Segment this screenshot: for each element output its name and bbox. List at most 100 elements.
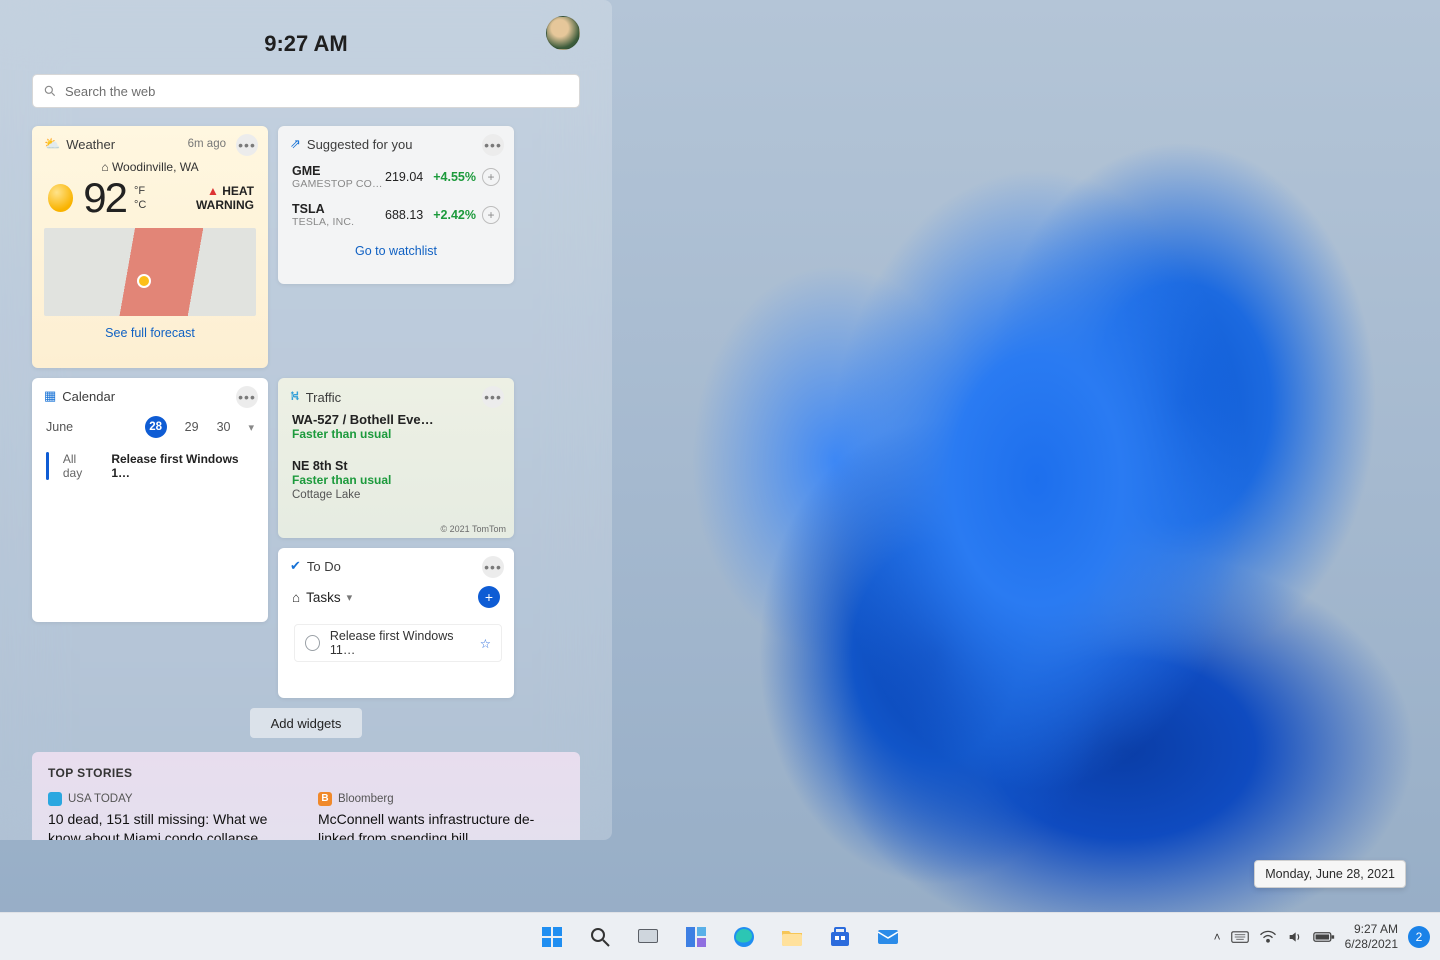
keyboard-icon[interactable] bbox=[1231, 930, 1249, 944]
home-icon: ⌂ bbox=[292, 590, 300, 605]
todo-widget[interactable]: ✔ To Do ••• ⌂ Tasks ▾ + Release first Win… bbox=[278, 548, 514, 698]
traffic-map-label: Cottage Lake bbox=[292, 489, 500, 501]
battery-icon[interactable] bbox=[1313, 930, 1335, 944]
source-icon bbox=[48, 792, 62, 806]
stock-price: 688.13 bbox=[385, 208, 423, 222]
traffic-route: WA-527 / Bothell Eve… bbox=[292, 412, 500, 427]
event-allday: All day bbox=[63, 452, 97, 480]
stocks-icon: ⇗ bbox=[290, 136, 301, 152]
card-menu-button[interactable]: ••• bbox=[236, 386, 258, 408]
store-icon bbox=[828, 925, 852, 949]
weather-title: Weather bbox=[66, 137, 115, 152]
stock-add-button[interactable]: + bbox=[482, 206, 500, 224]
add-widgets-button[interactable]: Add widgets bbox=[250, 708, 362, 738]
stock-change: +2.42% bbox=[433, 208, 476, 222]
desktop-wallpaper: 9:27 AM Search the web ⛅ Weather 6m ago •… bbox=[0, 0, 1440, 960]
file-explorer-button[interactable] bbox=[772, 917, 812, 957]
date-tooltip: Monday, June 28, 2021 bbox=[1254, 860, 1406, 888]
search-button[interactable] bbox=[580, 917, 620, 957]
search-input[interactable]: Search the web bbox=[32, 74, 580, 108]
search-placeholder: Search the web bbox=[65, 84, 155, 99]
story-item[interactable]: USA TODAY 10 dead, 151 still missing: Wh… bbox=[48, 792, 294, 840]
wifi-icon[interactable] bbox=[1259, 930, 1277, 944]
edge-button[interactable] bbox=[724, 917, 764, 957]
weather-warning: ▲ HEAT WARNING bbox=[156, 184, 254, 212]
taskbar-clock[interactable]: 9:27 AM 6/28/2021 bbox=[1345, 922, 1398, 951]
map-copyright: © 2021 TomTom bbox=[441, 524, 507, 534]
stock-name: GAMESTOP CO… bbox=[292, 178, 383, 190]
traffic-widget[interactable]: ⛕Traffic ••• WA-527 / Bothell Eve… Faste… bbox=[278, 378, 514, 538]
calendar-title: Calendar bbox=[62, 389, 115, 404]
story-headline: McConnell wants infrastructure de-linked… bbox=[318, 810, 564, 840]
tray-expand-button[interactable]: ˄ bbox=[1214, 930, 1221, 944]
sun-icon bbox=[48, 184, 73, 212]
user-avatar[interactable] bbox=[546, 16, 580, 50]
star-icon[interactable]: ☆ bbox=[480, 636, 491, 651]
chevron-down-icon[interactable]: ▾ bbox=[347, 591, 353, 604]
stock-price: 219.04 bbox=[385, 170, 423, 184]
weather-units[interactable]: °F°C bbox=[134, 184, 146, 213]
taskbar-date: 6/28/2021 bbox=[1345, 937, 1398, 951]
chevron-down-icon[interactable]: ▾ bbox=[248, 421, 254, 434]
story-item[interactable]: B Bloomberg McConnell wants infrastructur… bbox=[318, 792, 564, 840]
stock-symbol: GME bbox=[292, 164, 383, 178]
widgets-button[interactable] bbox=[676, 917, 716, 957]
widgets-clock: 9:27 AM bbox=[264, 31, 348, 57]
story-source: Bloomberg bbox=[338, 793, 394, 805]
todo-checkbox[interactable] bbox=[305, 635, 320, 651]
todo-title: To Do bbox=[307, 559, 341, 574]
calendar-day[interactable]: 29 bbox=[185, 420, 199, 434]
start-button[interactable] bbox=[532, 917, 572, 957]
watchlist-link[interactable]: Go to watchlist bbox=[278, 234, 514, 272]
folder-icon bbox=[780, 925, 804, 949]
weather-forecast-link[interactable]: See full forecast bbox=[32, 316, 268, 352]
calendar-event[interactable]: All day Release first Windows 1… bbox=[32, 448, 268, 484]
search-icon bbox=[43, 84, 57, 98]
weather-age: 6m ago bbox=[188, 138, 226, 150]
calendar-day[interactable]: 30 bbox=[217, 420, 231, 434]
todo-add-button[interactable]: + bbox=[478, 586, 500, 608]
edge-icon bbox=[732, 925, 756, 949]
event-title: Release first Windows 1… bbox=[111, 452, 254, 480]
card-menu-button[interactable]: ••• bbox=[482, 134, 504, 156]
search-icon bbox=[588, 925, 612, 949]
store-button[interactable] bbox=[820, 917, 860, 957]
calendar-day-selected[interactable]: 28 bbox=[145, 416, 167, 438]
stock-name: TESLA, INC. bbox=[292, 216, 354, 228]
stocks-widget[interactable]: ⇗ Suggested for you ••• GMEGAMESTOP CO… 2… bbox=[278, 126, 514, 284]
stock-row[interactable]: TSLATESLA, INC. 688.13 +2.42% + bbox=[278, 196, 514, 234]
mail-button[interactable] bbox=[868, 917, 908, 957]
weather-icon: ⛅ bbox=[44, 136, 60, 152]
weather-temp: 92 bbox=[83, 174, 126, 222]
task-view-icon bbox=[636, 925, 660, 949]
calendar-month: June bbox=[46, 420, 73, 434]
stories-heading: TOP STORIES bbox=[48, 766, 564, 780]
todo-list-name[interactable]: Tasks bbox=[306, 590, 341, 605]
card-menu-button[interactable]: ••• bbox=[236, 134, 258, 156]
taskbar: ˄ 9:27 AM 6/28/2021 2 bbox=[0, 912, 1440, 960]
weather-widget[interactable]: ⛅Weather 6m ago ••• ⌂ Woodinville, WA 92… bbox=[32, 126, 268, 368]
notifications-badge[interactable]: 2 bbox=[1408, 926, 1430, 948]
traffic-status: Faster than usual bbox=[292, 473, 500, 487]
warning-icon: ▲ bbox=[207, 184, 219, 198]
source-icon: B bbox=[318, 792, 332, 806]
home-icon: ⌂ bbox=[101, 160, 108, 174]
widgets-panel: 9:27 AM Search the web ⛅ Weather 6m ago •… bbox=[0, 0, 612, 840]
widgets-icon bbox=[684, 925, 708, 949]
stock-add-button[interactable]: + bbox=[482, 168, 500, 186]
card-menu-button[interactable]: ••• bbox=[482, 386, 504, 408]
calendar-widget[interactable]: ▦Calendar ••• June 28 29 30 ▾ All day Re… bbox=[32, 378, 268, 622]
traffic-sub-route: NE 8th St bbox=[292, 459, 500, 473]
todo-icon: ✔ bbox=[290, 558, 301, 574]
stocks-title: Suggested for you bbox=[307, 137, 413, 152]
stock-row[interactable]: GMEGAMESTOP CO… 219.04 +4.55% + bbox=[278, 158, 514, 196]
task-view-button[interactable] bbox=[628, 917, 668, 957]
windows-icon bbox=[540, 925, 564, 949]
volume-icon[interactable] bbox=[1287, 929, 1303, 945]
stock-symbol: TSLA bbox=[292, 202, 354, 216]
top-stories: TOP STORIES USA TODAY 10 dead, 151 still… bbox=[32, 752, 580, 840]
event-bar bbox=[46, 452, 49, 480]
todo-item[interactable]: Release first Windows 11… ☆ bbox=[294, 624, 502, 662]
card-menu-button[interactable]: ••• bbox=[482, 556, 504, 578]
traffic-status: Faster than usual bbox=[292, 427, 500, 441]
